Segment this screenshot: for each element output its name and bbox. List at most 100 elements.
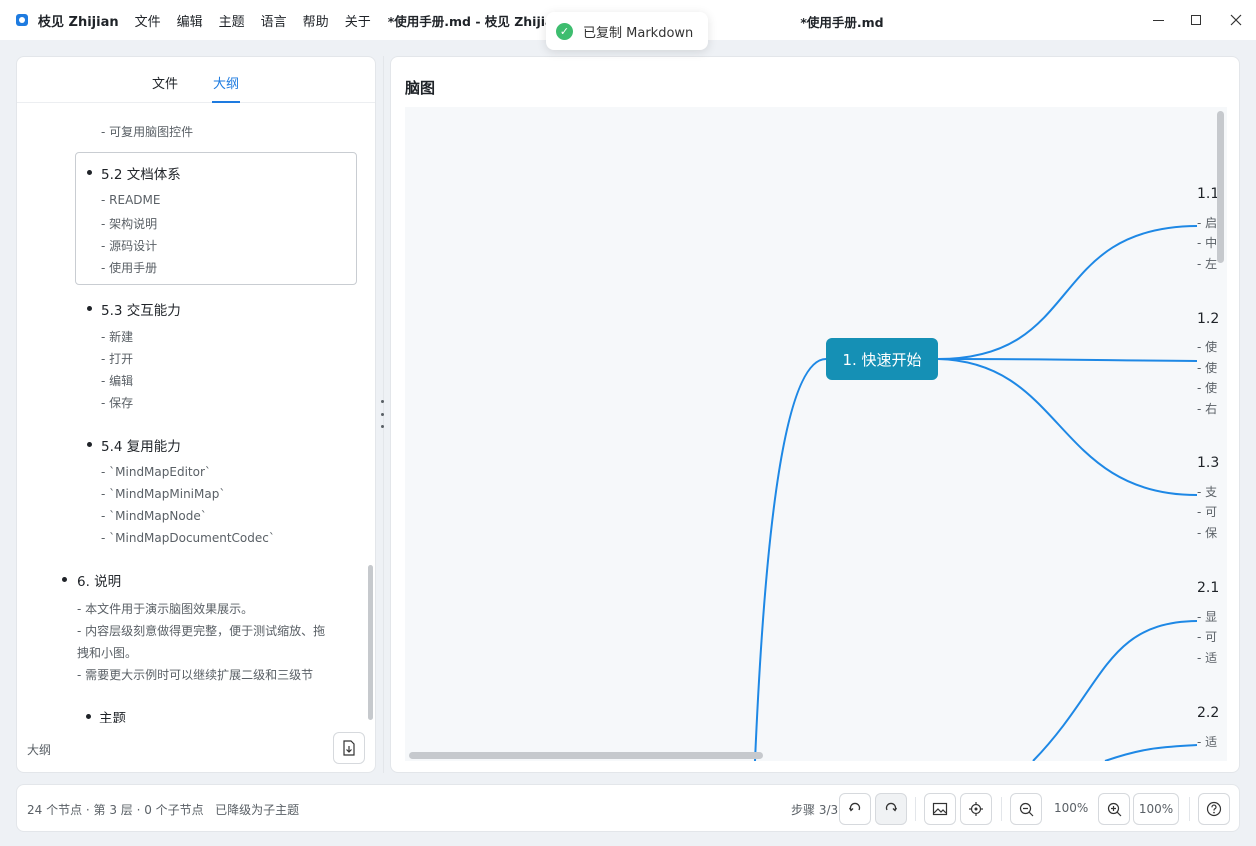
bullet-icon (62, 577, 67, 582)
mindmap-leaf[interactable]: - 可 (1197, 503, 1217, 520)
outline-item[interactable]: - 架构说明 (101, 215, 157, 232)
canvas-horizontal-scrollbar[interactable] (409, 752, 763, 759)
zoom-level: 100% (1054, 801, 1089, 815)
locate-button[interactable] (960, 793, 992, 825)
mindmap-leaf[interactable]: - 启 (1197, 214, 1217, 231)
outline-item[interactable]: - 源码设计 (101, 237, 157, 254)
mindmap-leaf[interactable]: - 适 (1197, 733, 1217, 750)
mindmap-leaf[interactable]: - 保 (1197, 524, 1217, 541)
minimap-button[interactable] (924, 793, 956, 825)
crosshair-icon (969, 802, 983, 816)
mindmap-node[interactable]: 1.1 (1197, 186, 1219, 202)
check-circle-icon: ✓ (556, 22, 573, 40)
zoom-reset-button[interactable]: 100% (1133, 793, 1179, 825)
mindmap-node[interactable]: 1.3 (1197, 455, 1219, 471)
export-button[interactable] (333, 732, 365, 764)
mindmap-edges (754, 225, 1198, 761)
step-indicator: 步骤 3/3 (791, 803, 839, 817)
zoom-out-button[interactable] (1010, 793, 1042, 825)
outline-heading[interactable]: 主题 (99, 707, 126, 723)
redo-button[interactable] (875, 793, 907, 825)
edge-1-2 (937, 358, 1198, 362)
app-name: 枝见 Zhijian (38, 14, 119, 30)
help-icon (1206, 801, 1222, 817)
close-button[interactable] (1216, 0, 1256, 40)
mindmap-panel: 脑图 1. 快速开始 1.1 - 启 - 中 - 左 1.2 - 使 - 使 -… (390, 56, 1240, 773)
mindmap-node[interactable]: 2.1 (1197, 580, 1219, 596)
canvas-vertical-scrollbar[interactable] (1217, 111, 1224, 263)
outline-item[interactable]: - 保存 (101, 394, 133, 411)
outline-item[interactable]: - README (101, 193, 160, 207)
menu-file[interactable]: 文件 (135, 11, 161, 30)
bullet-icon (87, 170, 92, 175)
bullet-icon (87, 306, 92, 311)
menu-language[interactable]: 语言 (261, 11, 287, 30)
mindmap-leaf[interactable]: - 适 (1197, 649, 1217, 666)
outline-item[interactable]: - 本文件用于演示脑图效果展示。 (77, 600, 253, 617)
outline-item[interactable]: - 新建 (101, 328, 133, 345)
minimize-button[interactable] (1138, 0, 1178, 40)
outline-item[interactable]: - `MindMapNode` (101, 509, 207, 523)
outline-item[interactable]: - 打开 (101, 350, 133, 367)
mindmap-leaf[interactable]: - 使 (1197, 379, 1217, 396)
tab-files[interactable]: 文件 (152, 73, 178, 92)
outline-item[interactable]: - `MindMapMiniMap` (101, 487, 225, 501)
bullet-icon (86, 714, 91, 719)
tab-outline[interactable]: 大纲 (213, 73, 239, 92)
mindmap-title: 脑图 (405, 79, 436, 97)
outline-item[interactable]: - `MindMapEditor` (101, 465, 211, 479)
outline-heading[interactable]: 5.4 复用能力 (101, 435, 181, 455)
minimize-icon (1152, 19, 1164, 21)
mindmap-leaf[interactable]: - 使 (1197, 338, 1217, 355)
menu-theme[interactable]: 主题 (219, 11, 245, 30)
status-hint: 已降级为子主题 (215, 803, 300, 817)
mindmap-leaf[interactable]: - 使 (1197, 359, 1217, 376)
splitter-handle[interactable] (381, 400, 384, 428)
mindmap-leaf[interactable]: - 右 (1197, 400, 1217, 417)
outline-item[interactable]: - 内容层级刻意做得更完整，便于测试缩放、拖 (77, 622, 325, 639)
edge-2-2 (1104, 744, 1198, 761)
mindmap-leaf[interactable]: - 显 (1197, 608, 1217, 625)
zoom-in-button[interactable] (1098, 793, 1130, 825)
outline-tree: - 可复用脑图控件 5.2 文档体系 - README - 架构说明 - 源码设… (17, 103, 367, 723)
menu-about[interactable]: 关于 (345, 11, 371, 30)
help-button[interactable] (1198, 793, 1230, 825)
undo-icon (848, 802, 861, 812)
outline-heading[interactable]: 6. 说明 (77, 570, 121, 590)
mindmap-leaf[interactable]: - 支 (1197, 483, 1217, 500)
outline-scrollbar[interactable] (368, 565, 373, 720)
outline-item[interactable]: 拽和小图。 (77, 644, 137, 661)
panel-footer-label: 大纲 (27, 743, 52, 757)
outline-item[interactable]: - 编辑 (101, 372, 133, 389)
outline-item[interactable]: - 可复用脑图控件 (101, 123, 193, 140)
outline-item[interactable]: - `MindMapDocumentCodec` (101, 531, 275, 545)
undo-button[interactable] (839, 793, 871, 825)
image-icon (932, 802, 948, 816)
mindmap-leaf[interactable]: - 左 (1197, 255, 1217, 272)
outline-heading[interactable]: 5.2 文档体系 (101, 163, 181, 183)
zoom-in-icon (1107, 802, 1121, 816)
edge-1-3 (937, 358, 1198, 496)
window-title: *使用手册.md - 枝见 Zhijian (387, 13, 563, 29)
mindmap-node[interactable]: 2.2 (1197, 705, 1219, 721)
outline-item[interactable]: - 使用手册 (101, 259, 157, 276)
zoom-out-icon (1019, 802, 1033, 816)
node-info-text: 24 个节点 · 第 3 层 · 0 个子节点 已降级为子主题 (27, 801, 299, 818)
status-bar: 24 个节点 · 第 3 层 · 0 个子节点 已降级为子主题 步骤 3/3 1… (16, 784, 1240, 832)
menu-help[interactable]: 帮助 (303, 11, 329, 30)
maximize-button[interactable] (1176, 0, 1216, 40)
outline-item[interactable]: - 需要更大示例时可以继续扩展二级和三级节 (77, 666, 313, 683)
mindmap-leaf[interactable]: - 可 (1197, 628, 1217, 645)
outline-heading[interactable]: 5.3 交互能力 (101, 299, 181, 319)
edge-1-1 (937, 225, 1198, 360)
mindmap-root-node[interactable]: 1. 快速开始 (826, 338, 938, 380)
grip-dot-icon (381, 425, 384, 428)
edge-root-up (754, 358, 827, 761)
mindmap-leaf[interactable]: - 中 (1197, 234, 1217, 251)
mindmap-node[interactable]: 1.2 (1197, 311, 1219, 327)
edge-2-1 (1032, 620, 1198, 761)
mindmap-canvas[interactable]: 1. 快速开始 1.1 - 启 - 中 - 左 1.2 - 使 - 使 - 使 … (405, 107, 1227, 761)
menu-edit[interactable]: 编辑 (177, 11, 203, 30)
toolbar-divider (1189, 797, 1190, 821)
export-file-icon (343, 740, 355, 756)
